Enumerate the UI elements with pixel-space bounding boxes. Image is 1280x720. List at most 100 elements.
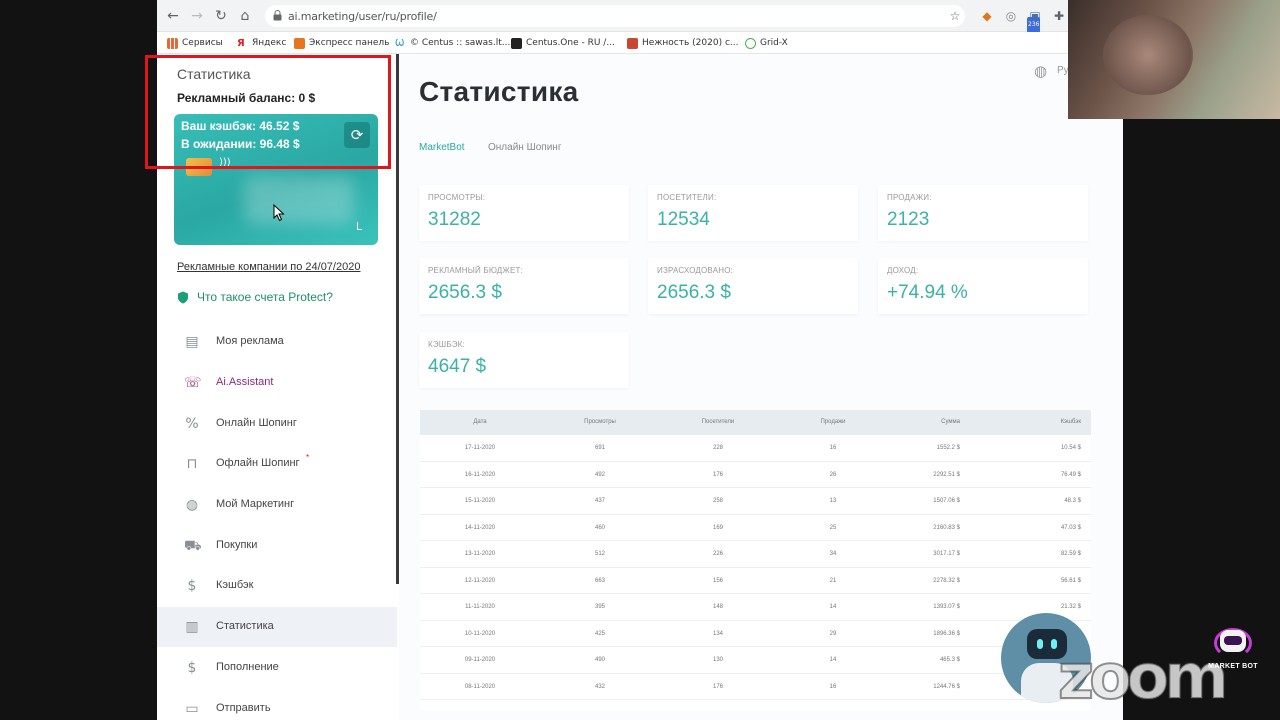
forward-icon[interactable]: → [189,8,205,24]
stat-visitors: ПОСЕТИТЕЛИ: 12534 [648,185,858,241]
menu-label: Ai.Assistant [216,376,274,388]
blurred-card-number [244,176,354,224]
table-cell: 13-11-2020 [464,551,496,557]
table-row: 08-11-2020 432 176 16 1244.76 $ [420,674,1091,700]
centus-icon: Ѡ [395,37,405,49]
table-cell: 16-11-2020 [464,471,496,478]
stat-label: ПРОСМОТРЫ: [428,193,486,202]
url-text: ai.marketing/user/ru/profile/ [288,10,437,23]
menu-item-top-up[interactable]: $ Пополнение [157,648,397,688]
column-header[interactable]: Посетители [668,419,768,425]
table-cell: 490 [594,657,605,663]
table-cell: 425 [594,630,605,637]
marketing-icon: ◍ [185,497,199,513]
address-bar: ← → ↻ ⌂ ai.marketing/user/ru/profile/ ☆ … [157,0,1123,33]
table-cell: 432 [594,683,605,690]
column-header[interactable]: Сумма [875,419,960,425]
table-cell: 16 [829,683,837,690]
back-icon[interactable]: ← [165,8,181,24]
table-cell: 512 [594,551,605,557]
menu-item-offline-shopping[interactable]: ⊓ Офлайн Шопинг * [157,444,397,484]
column-header[interactable]: Дата [430,419,530,425]
menu-item-my-marketing[interactable]: ◍ Мой Маркетинг [157,485,397,525]
dollar-circle-icon: $ [187,578,197,594]
page-title: Статистика [419,76,579,107]
table-cell: 29 [829,630,837,637]
table-cell: 56.61 $ [1060,577,1081,584]
table-row: 11-11-2020 395 148 14 1393.07 $ 21.32 $ [420,594,1091,621]
menu-label: Онлайн Шопинг [216,417,297,429]
table-row: 10-11-2020 425 134 29 1896.36 $ [420,621,1091,647]
column-header[interactable]: Просмотры [550,419,650,425]
table-cell: 1244.76 $ [933,683,960,690]
lock-icon [273,10,282,21]
bookmark-centus[interactable]: Ѡ © Centus :: sawas.lt... [395,36,510,50]
table-cell: 15-11-2020 [464,498,496,504]
stat-value: 2656.3 $ [428,282,502,303]
statistics-table: Дата Просмотры Посетители Продажи Сумма … [420,410,1091,710]
table-cell: 47.03 $ [1060,524,1081,531]
table-row: 12-11-2020 663 156 21 2278.32 $ 56.61 $ [420,568,1091,594]
shield-icon [178,291,188,303]
table-row: 17-11-2020 691 228 16 1552.2 $ 10.54 $ [420,435,1091,462]
table-cell: 663 [594,577,605,584]
stat-label: ПРОДАЖИ: [887,193,932,202]
table-cell: 1552.2 $ [936,445,960,451]
reload-icon[interactable]: ↻ [213,8,229,24]
stat-spent: ИЗРАСХОДОВАНО: 2656.3 $ [648,258,858,314]
protect-link[interactable]: Что такое счета Protect? [197,290,333,304]
puzzle-icon[interactable]: ✚ [1051,8,1067,24]
table-cell: 08-11-2020 [464,683,496,690]
table-cell: 10-11-2020 [464,630,496,637]
tab-online-shopping[interactable]: Онлайн Шопинг [488,142,561,153]
table-cell: 437 [594,498,605,504]
table-row: 15-11-2020 437 258 13 1507.06 $ 48.3 $ [420,488,1091,515]
tab-marketbot[interactable]: MarketBot [419,142,465,153]
table-cell: 48.3 $ [1064,498,1081,504]
url-field[interactable]: ai.marketing/user/ru/profile/ [265,5,965,27]
menu-item-purchases[interactable]: ⛟ Покупки [157,526,397,566]
table-cell: 465.3 $ [939,657,960,663]
menu-item-online-shopping[interactable]: % Онлайн Шопинг [157,404,397,444]
table-cell: 169 [712,524,723,531]
stat-label: ИЗРАСХОДОВАНО: [657,266,734,275]
table-cell: 82.59 $ [1060,551,1081,557]
percent-icon: % [185,416,199,432]
bookmark-film[interactable]: Нежность (2020) с... [627,36,738,50]
menu-item-my-ads[interactable]: ▤ Моя реклама [157,322,397,362]
video-frame: ← → ↻ ⌂ ai.marketing/user/ru/profile/ ☆ … [0,0,1280,720]
star-icon[interactable]: ☆ [947,8,963,24]
table-cell: 1507.06 $ [933,498,960,504]
table-cell: 34 [829,551,837,557]
menu-label: Офлайн Шопинг [216,457,300,469]
table-cell: 10.54 $ [1060,445,1081,451]
language-selector[interactable]: Ру [1057,65,1069,76]
centus-one-icon [511,37,522,49]
column-header[interactable]: Продажи [783,419,883,425]
bookmark-grid-x[interactable]: Grid-X [745,36,788,50]
bookmark-yandex[interactable]: Я Яндекс [237,36,286,50]
table-row: 16-11-2020 492 176 26 2292.51 $ 76.49 $ [420,462,1091,488]
apps-grid-icon [167,37,178,49]
table-cell: 21 [829,577,837,584]
column-header[interactable]: Кэшбэк [998,419,1081,425]
bookmark-services[interactable]: Сервисы [167,36,223,50]
metamask-icon[interactable]: ◆ [979,8,995,24]
table-cell: 1896.36 $ [933,630,960,637]
globe-extension-icon[interactable]: ◎ [1003,8,1019,24]
stat-value: 4647 $ [428,356,487,377]
extension-counter-icon[interactable]: ▣ 236 [1027,8,1043,33]
home-icon[interactable]: ⌂ [237,8,253,24]
protect-accounts-row[interactable]: Что такое счета Protect? [177,290,333,304]
menu-item-send[interactable]: ▭ Отправить [157,689,397,720]
bookmark-centus-one[interactable]: Centus.One - RU /... [511,36,615,50]
stat-value: +74.94 % [887,282,968,303]
ad-campaigns-link[interactable]: Рекламные компании по 24/07/2020 [177,261,360,273]
table-cell: 2278.32 $ [933,577,960,584]
bookmark-express-panel[interactable]: Экспресс панель [294,36,389,50]
menu-item-ai-assistant[interactable]: ☏ Ai.Assistant [157,363,397,403]
globe-icon[interactable]: ◍ [1034,62,1047,80]
menu-item-cashback[interactable]: $ Кэшбэк [157,566,397,606]
marketbot-logo-text: MARKET BOT [1208,663,1258,670]
menu-item-statistics[interactable]: ▥ Статистика [157,607,397,647]
